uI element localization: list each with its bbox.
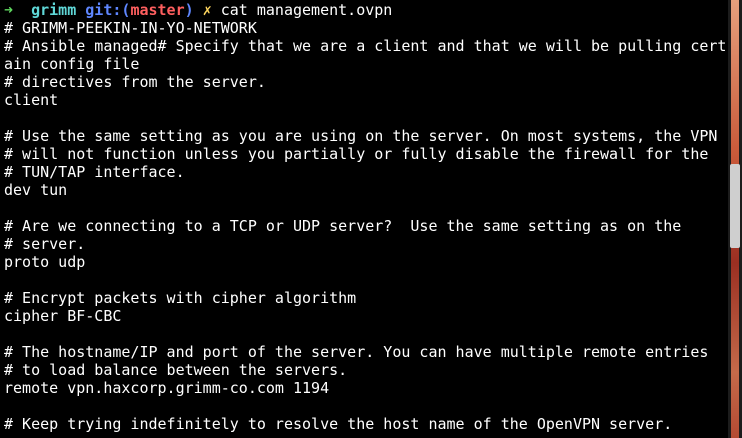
output-line: # Use the same setting as you are using …: [4, 127, 718, 145]
prompt-dirty-icon: ✗: [202, 1, 212, 19]
output-line: # Ansible managed# Specify that we are a…: [4, 37, 727, 55]
output-line: client: [4, 91, 59, 109]
output-line: dev tun: [4, 181, 68, 199]
vertical-scrollbar[interactable]: [728, 0, 742, 438]
prompt-arrow-icon: ➜: [4, 1, 14, 19]
output-line: # GRIMM-PEEKIN-IN-YO-NETWORK: [4, 19, 257, 37]
terminal-window[interactable]: ➜ grimm git:(master) ✗ cat management.ov…: [0, 0, 742, 438]
output-line: # Are we connecting to a TCP or UDP serv…: [4, 217, 682, 235]
output-line: cipher BF-CBC: [4, 307, 122, 325]
output-line: ain config file: [4, 55, 140, 73]
output-line: # to load balance between the servers.: [4, 361, 348, 379]
scrollbar-thumb[interactable]: [730, 164, 740, 248]
output-line: # will not function unless you partially…: [4, 145, 709, 163]
output-line: # server.: [4, 235, 86, 253]
prompt-git-label: git:: [85, 1, 122, 19]
output-line: # Encrypt packets with cipher algorithm: [4, 289, 357, 307]
output-line: # The hostname/IP and port of the server…: [4, 343, 709, 361]
terminal-output: ➜ grimm git:(master) ✗ cat management.ov…: [4, 1, 726, 433]
output-line: # directives from the server.: [4, 73, 266, 91]
output-line: # Keep trying indefinitely to resolve th…: [4, 415, 673, 433]
prompt-branch: master: [130, 1, 185, 19]
output-line: remote vpn.haxcorp.grimm-co.com 1194: [4, 379, 330, 397]
prompt-branch-close: ): [184, 1, 194, 19]
prompt-line: ➜ grimm git:(master) ✗ cat management.ov…: [4, 1, 726, 19]
output-line: # TUN/TAP interface.: [4, 163, 185, 181]
prompt-user: grimm: [31, 1, 77, 19]
prompt-command: cat management.ovpn: [220, 1, 393, 19]
output-line: proto udp: [4, 253, 86, 271]
